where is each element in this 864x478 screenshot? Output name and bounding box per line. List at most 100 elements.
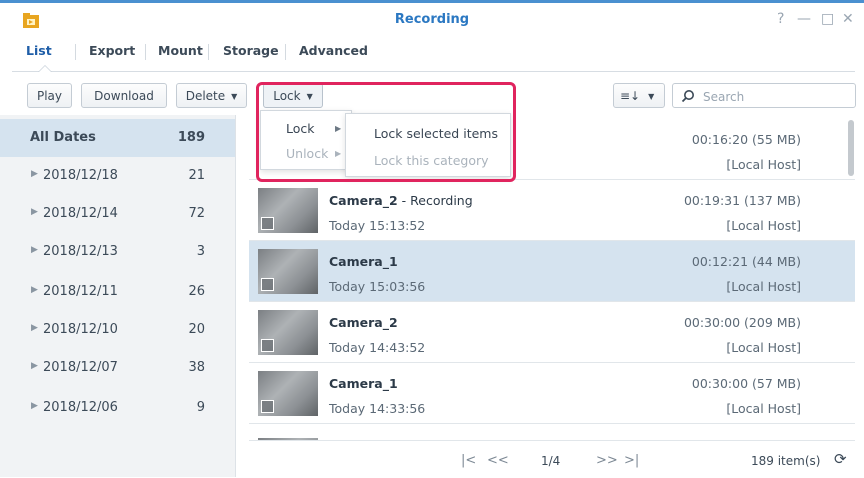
date-label: 2018/12/07 [43,360,118,375]
prev-page-icon[interactable]: << [487,453,509,468]
date-count: 38 [188,360,205,375]
play-button-label: Play [36,89,63,103]
recording-row[interactable]: Camera_1 Today 14:33:56 00:30:00 (57 MB)… [249,363,855,424]
recording-time: Today 14:33:56 [329,401,426,416]
panel-divider [235,115,236,477]
tab-list[interactable]: List [26,40,52,62]
recording-host: [Local Host] [726,401,801,416]
search-input[interactable] [701,86,855,107]
expand-arrow-icon[interactable]: ▶ [31,245,38,255]
item-count: 189 item(s) [751,454,821,468]
tab-divider [145,44,146,60]
camera-name: Camera_1 [329,254,398,269]
expand-arrow-icon[interactable]: ▶ [31,323,38,333]
minimize-icon[interactable]: — [797,11,811,27]
camera-name: Camera_1 [329,376,398,391]
title-bar: Recording ? — □ ✕ [0,3,864,39]
recording-thumbnail [258,371,318,416]
search-icon [681,90,694,103]
close-icon[interactable]: ✕ [842,11,854,27]
recording-row[interactable]: Camera_2 Today 14:43:52 00:30:00 (209 MB… [249,302,855,363]
delete-button[interactable]: Delete ▼ [176,83,247,108]
recording-window: Recording ? — □ ✕ List Export Mount Stor… [0,0,864,478]
expand-arrow-icon[interactable]: ▶ [31,361,38,371]
delete-button-label: Delete [185,89,226,103]
recording-duration: 00:16:20 (55 MB) [691,132,801,147]
page-indicator: 1/4 [541,454,561,468]
first-page-icon[interactable]: |< [461,453,476,468]
tab-divider [285,44,286,60]
recording-duration: 00:30:00 (57 MB) [691,376,801,391]
recording-host: [Local Host] [726,218,801,233]
expand-arrow-icon[interactable]: ▶ [31,169,38,179]
date-label: 2018/12/10 [43,322,118,337]
recording-time: Today 15:03:56 [329,279,426,294]
date-count: 26 [188,284,205,299]
camera-name: Camera_2 [329,193,398,208]
tab-storage[interactable]: Storage [223,40,279,62]
date-count: 20 [188,322,205,337]
date-item[interactable]: ▶ 2018/12/06 9 [0,389,235,427]
tab-mount[interactable]: Mount [158,40,203,62]
select-checkbox[interactable] [261,400,274,413]
active-tab-indicator-fill [39,66,51,72]
tab-advanced[interactable]: Advanced [299,40,368,62]
play-button[interactable]: Play [27,83,72,108]
date-label: 2018/12/13 [43,244,118,259]
sort-button[interactable]: ≡↓ ▼ [613,83,665,108]
tab-divider [75,44,76,60]
recording-thumbnail [258,188,318,233]
date-label: 2018/12/14 [43,206,118,221]
maximize-icon[interactable]: □ [821,11,834,27]
date-label: All Dates [30,130,96,145]
date-item[interactable]: ▶ 2018/12/18 21 [0,157,235,195]
pager-bar: |< << 1/4 >> >| 189 item(s) ⟳ [249,440,855,478]
tab-export[interactable]: Export [89,40,135,62]
tab-underline [12,71,855,72]
window-title: Recording [394,12,470,27]
date-item[interactable]: ▶ 2018/12/10 20 [0,311,235,349]
chevron-down-icon: ▼ [231,92,238,101]
date-item[interactable]: ▶ 2018/12/14 72 [0,195,235,233]
last-page-icon[interactable]: >| [624,453,639,468]
date-count: 9 [196,400,205,415]
refresh-icon[interactable]: ⟳ [834,450,847,468]
select-checkbox[interactable] [261,278,274,291]
help-icon[interactable]: ? [777,11,784,27]
date-count: 72 [188,206,205,221]
expand-arrow-icon[interactable]: ▶ [31,401,38,411]
date-label: 2018/12/11 [43,284,118,299]
expand-arrow-icon[interactable]: ▶ [31,285,38,295]
date-item-all[interactable]: All Dates 189 [0,119,235,157]
date-count: 21 [188,168,205,183]
sort-icon: ≡↓ [620,89,641,103]
download-button[interactable]: Download [81,83,167,108]
recording-time: Today 15:13:52 [329,218,426,233]
next-page-icon[interactable]: >> [596,453,618,468]
recording-row[interactable]: Camera_2 - Recording Today 15:13:52 00:1… [249,180,855,241]
date-list: All Dates 189 ▶ 2018/12/18 21 ▶ 2018/12/… [0,115,235,477]
date-item[interactable]: ▶ 2018/12/07 38 [0,349,235,387]
recording-camera: Camera_2 - Recording [329,193,473,208]
select-checkbox[interactable] [261,217,274,230]
recording-host: [Local Host] [726,157,801,172]
recording-host: [Local Host] [726,279,801,294]
date-label: 2018/12/06 [43,400,118,415]
recording-thumbnail [258,310,318,355]
date-count: 189 [177,130,205,145]
date-item[interactable]: ▶ 2018/12/11 26 [0,273,235,311]
recording-camera: Camera_1 [329,376,398,391]
annotation-highlight-box [256,82,516,182]
recording-camera: Camera_1 [329,254,398,269]
recording-duration: 00:19:31 (137 MB) [683,193,801,208]
date-count: 3 [196,244,205,259]
select-checkbox[interactable] [261,339,274,352]
recording-duration: 00:30:00 (209 MB) [683,315,801,330]
date-item[interactable]: ▶ 2018/12/13 3 [0,233,235,271]
recording-row[interactable]: Camera_1 Today 15:03:56 00:12:21 (44 MB)… [249,241,855,302]
recording-time: Today 14:43:52 [329,340,426,355]
scrollbar-thumb[interactable] [848,120,854,176]
recording-status: - Recording [397,193,473,208]
expand-arrow-icon[interactable]: ▶ [31,207,38,217]
search-box[interactable] [672,83,856,108]
